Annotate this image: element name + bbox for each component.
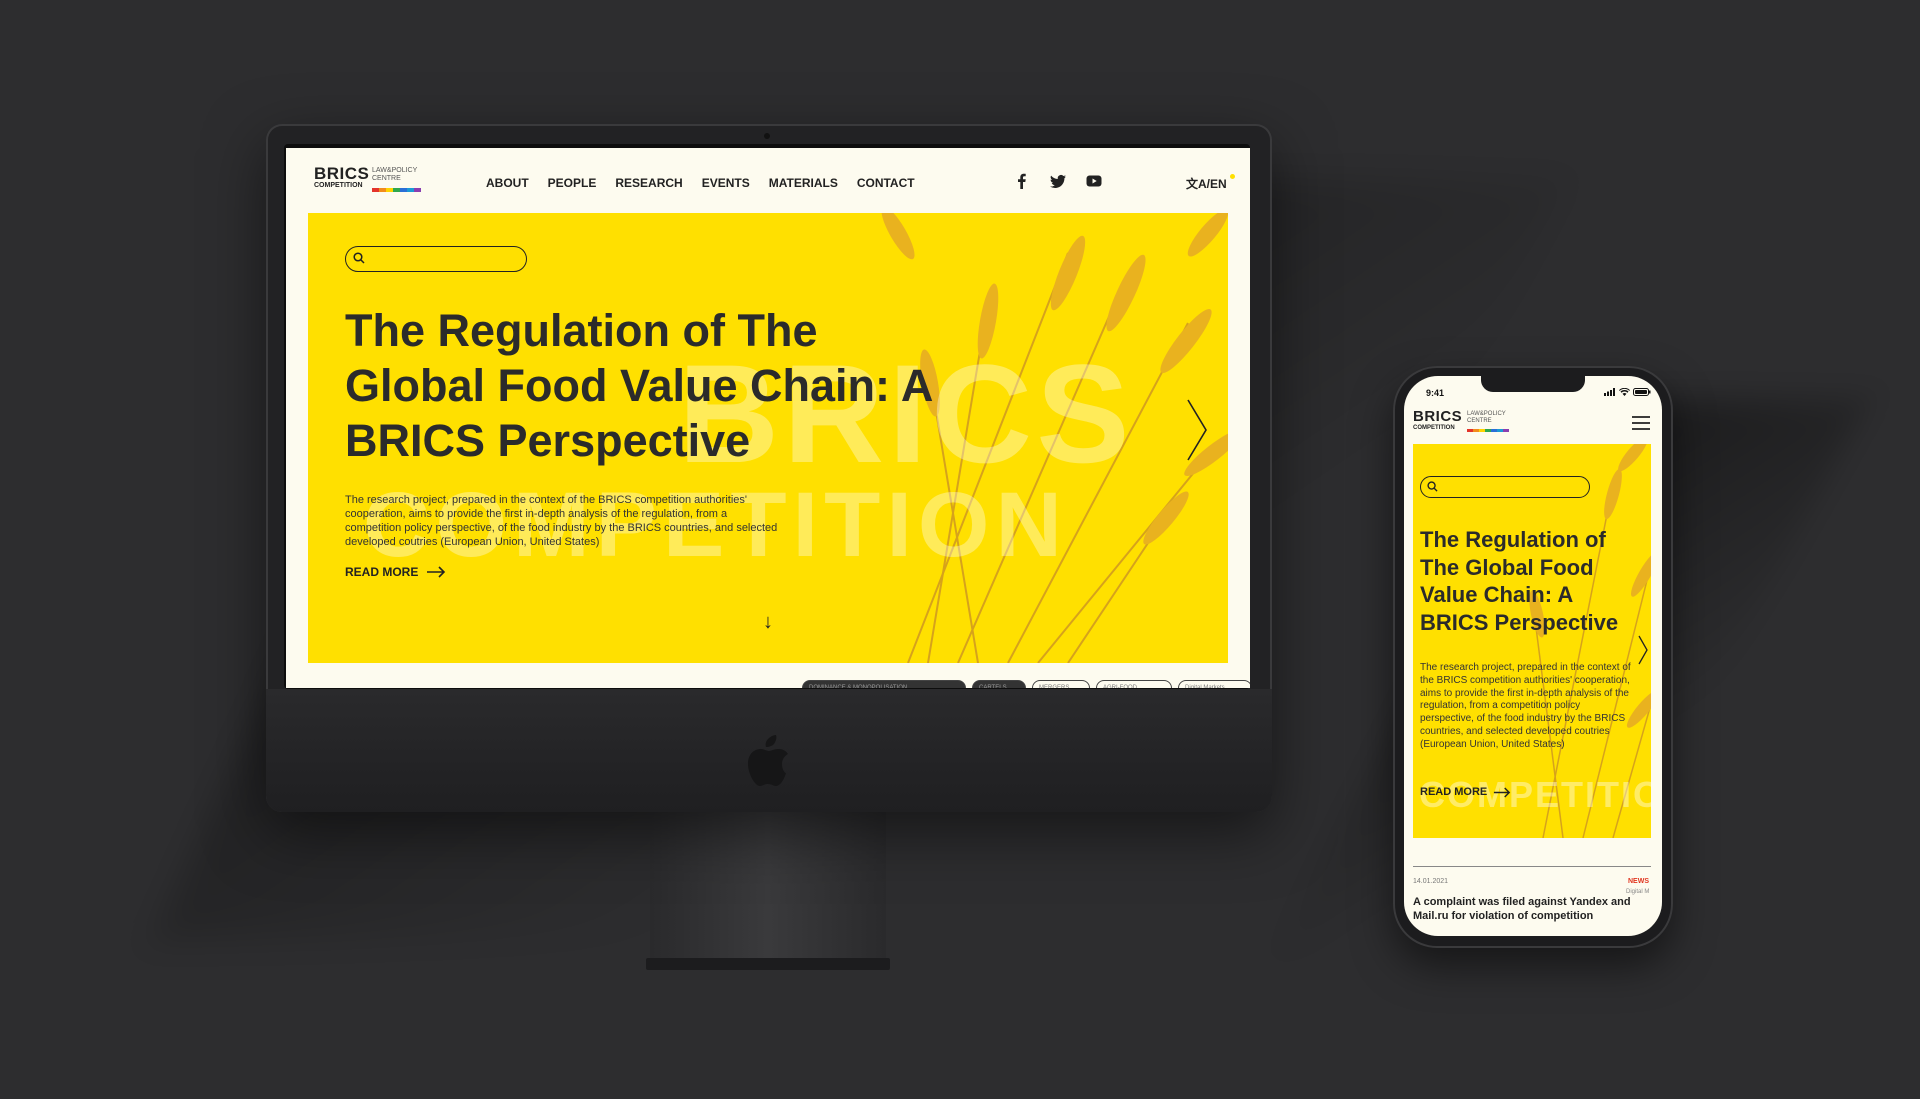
search-input[interactable]: [345, 246, 527, 272]
twitter-icon[interactable]: [1050, 173, 1066, 189]
language-indicator-dot: [1230, 174, 1235, 179]
hamburger-menu-icon[interactable]: [1632, 416, 1650, 430]
color-segment: [393, 188, 400, 192]
brand-color-bar: [372, 188, 421, 192]
youtube-icon[interactable]: [1086, 173, 1102, 189]
brand-subtitle: COMPETITION: [314, 182, 363, 189]
top-navigation: BRICS COMPETITION LAW&POLICY CENTRE ABOU…: [286, 148, 1250, 212]
news-divider: [1413, 866, 1651, 867]
hero-title: The Regulation of The Global Food Value …: [345, 305, 932, 466]
color-segment: [1503, 429, 1509, 432]
menu-item-people[interactable]: PEOPLE: [548, 176, 597, 190]
color-segment: [407, 188, 414, 192]
menu-item-materials[interactable]: MATERIALS: [769, 176, 838, 190]
status-icons: [1604, 388, 1651, 396]
brand-side-text: LAW&POLICY CENTRE: [1467, 411, 1527, 425]
brand-subtitle: COMPETITION: [1413, 425, 1455, 431]
wifi-icon: [1619, 388, 1630, 396]
menu-item-about[interactable]: ABOUT: [486, 176, 529, 190]
hero-banner: BRICS COMPETITION The Regulation of The …: [308, 213, 1228, 663]
mobile-screen: 9:41 BRICS COMPETITION LAW&POLICY CENTRE: [1404, 376, 1662, 936]
news-date: 14.01.2021: [1413, 878, 1449, 885]
menu-item-events[interactable]: EVENTS: [702, 176, 750, 190]
imac-camera: [764, 133, 770, 139]
color-segment: [379, 188, 386, 192]
brand-name: BRICS: [1413, 408, 1463, 425]
mobile-brand-logo[interactable]: BRICS COMPETITION LAW&POLICY CENTRE: [1413, 408, 1509, 432]
mobile-search-input[interactable]: [1420, 476, 1590, 498]
brand-logo[interactable]: BRICS COMPETITION LAW&POLICY CENTRE: [314, 164, 421, 192]
menu-item-research[interactable]: RESEARCH: [615, 176, 682, 190]
main-menu: ABOUT PEOPLE RESEARCH EVENTS MATERIALS C…: [486, 176, 915, 190]
color-segment: [414, 188, 421, 192]
chip-mergers[interactable]: MERGERS: [1032, 680, 1090, 688]
brand-side-line2: CENTRE: [1467, 418, 1492, 424]
chip-cartels[interactable]: CARTELS: [972, 680, 1026, 688]
read-more-label: READ MORE: [345, 565, 419, 579]
brand-side-text: LAW&POLICY CENTRE: [372, 167, 432, 183]
read-more-label: READ MORE: [1420, 786, 1488, 798]
search-icon: [353, 252, 365, 264]
news-headline[interactable]: A complaint was filed against Yandex and…: [1413, 895, 1645, 923]
apple-logo-icon: [748, 735, 788, 786]
read-more-link[interactable]: READ MORE: [345, 565, 446, 579]
chip-agri-food[interactable]: AGRI-FOOD: [1096, 680, 1172, 688]
status-time: 9:41: [1426, 388, 1445, 398]
desktop-screen: BRICS COMPETITION LAW&POLICY CENTRE ABOU…: [286, 148, 1250, 688]
brand-name: BRICS: [314, 164, 370, 183]
chip-digital-markets[interactable]: Digital Markets: [1178, 680, 1250, 688]
color-segment: [386, 188, 393, 192]
language-switcher[interactable]: 文A/EN: [1186, 175, 1227, 192]
brand-color-bar: [1467, 429, 1509, 432]
filter-chips: DOMINANCE & MONOPOLISATION CARTELS MERGE…: [802, 680, 1250, 688]
arrow-right-icon: [1494, 786, 1511, 798]
battery-icon: [1633, 388, 1651, 396]
mobile-hero-banner: COMPETITION The Regulation of The Global…: [1413, 444, 1651, 838]
slider-next-icon[interactable]: [1637, 634, 1649, 666]
imac-stand-foot: [646, 958, 890, 970]
color-segment: [372, 188, 379, 192]
scroll-down-icon[interactable]: ↓: [763, 611, 773, 634]
mobile-hero-description: The research project, prepared in the co…: [1420, 662, 1631, 750]
brand-side-line1: LAW&POLICY: [1467, 411, 1506, 417]
mobile-read-more-link[interactable]: READ MORE: [1420, 786, 1511, 798]
chip-dominance[interactable]: DOMINANCE & MONOPOLISATION: [802, 680, 966, 688]
mobile-hero-title: The Regulation of The Global Food Value …: [1420, 527, 1619, 635]
brand-side-line1: LAW&POLICY: [372, 167, 418, 174]
brand-side-line2: CENTRE: [372, 175, 401, 182]
arrow-right-icon: [427, 566, 446, 578]
signal-icon: [1604, 388, 1615, 396]
color-segment: [400, 188, 407, 192]
news-tag[interactable]: NEWS: [1628, 878, 1649, 885]
imac-stand: [650, 812, 886, 962]
slider-next-icon[interactable]: [1186, 398, 1208, 462]
facebook-icon[interactable]: [1014, 173, 1030, 189]
search-icon: [1427, 481, 1438, 492]
phone-notch: [1481, 376, 1585, 392]
menu-item-contact[interactable]: CONTACT: [857, 176, 915, 190]
social-links: [1014, 173, 1102, 189]
hero-description: The research project, prepared in the co…: [345, 494, 778, 548]
